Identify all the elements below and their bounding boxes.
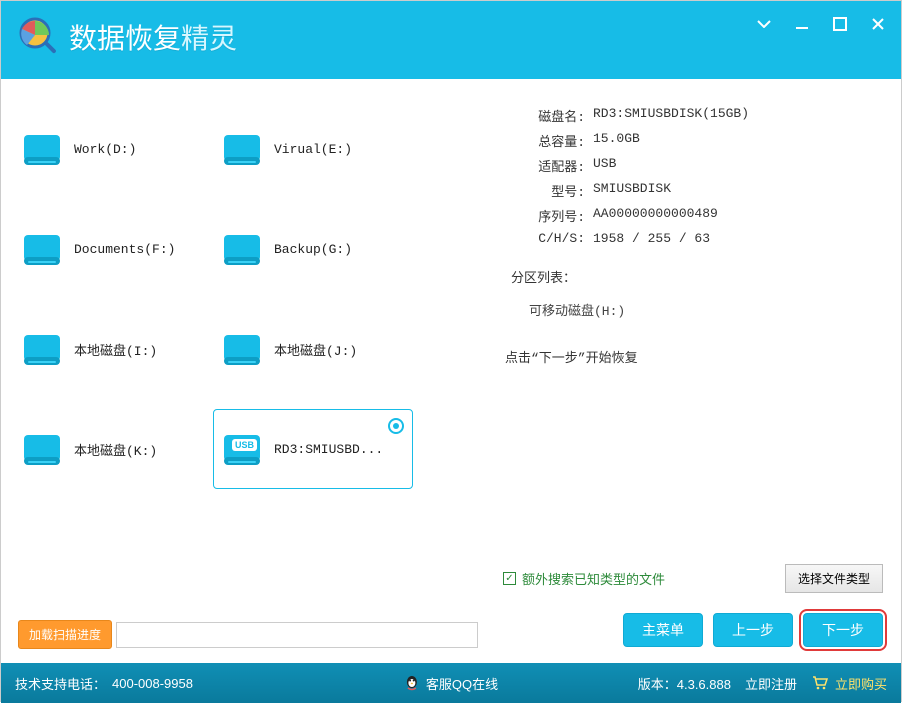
info-val-serial: AA00000000000489 bbox=[593, 206, 718, 225]
options-row: ✓ 额外搜索已知类型的文件 选择文件类型 bbox=[503, 564, 883, 593]
disk-info: 磁盘名:RD3:SMIUSBDISK(15GB) 总容量:15.0GB 适配器:… bbox=[503, 103, 883, 249]
info-val-adapter: USB bbox=[593, 156, 616, 175]
load-progress-row: 加载扫描进度 bbox=[13, 620, 478, 655]
drive-item[interactable]: USB RD3:SMIUSBD... bbox=[213, 409, 413, 489]
drive-item[interactable]: Virual(E:) bbox=[213, 109, 413, 189]
drive-label: 本地磁盘(J:) bbox=[274, 340, 357, 359]
version-block: 版本：4.3.6.888 bbox=[638, 674, 731, 693]
support-label: 技术支持电话： bbox=[15, 674, 106, 693]
maximize-icon[interactable] bbox=[831, 15, 849, 33]
nav-row: 主菜单 上一步 下一步 bbox=[503, 613, 883, 655]
drive-item[interactable]: 本地磁盘(K:) bbox=[13, 409, 213, 489]
usb-badge: USB bbox=[232, 439, 257, 451]
app-title: 数据恢复精灵 bbox=[69, 17, 237, 57]
app-title-main: 数据恢复 bbox=[69, 23, 181, 54]
version-label: 版本： bbox=[638, 677, 677, 692]
info-val-name: RD3:SMIUSBDISK(15GB) bbox=[593, 106, 749, 125]
status-support: 技术支持电话： 400-008-9958 bbox=[15, 674, 193, 693]
drive-item[interactable]: Backup(G:) bbox=[213, 209, 413, 289]
support-phone: 400-008-9958 bbox=[112, 676, 193, 691]
info-key-total: 总容量: bbox=[503, 131, 593, 150]
version-value: 4.3.6.888 bbox=[677, 677, 731, 692]
extra-search-label: 额外搜索已知类型的文件 bbox=[522, 569, 665, 588]
titlebar: 数据恢复精灵 bbox=[1, 1, 901, 79]
minimize-icon[interactable] bbox=[793, 15, 811, 33]
info-key-name: 磁盘名: bbox=[503, 106, 593, 125]
drive-panel: Work(D:) Virual(E:) Documents(F:) Backup(G:… bbox=[1, 79, 493, 663]
drive-grid: Work(D:) Virual(E:) Documents(F:) Backup(G:… bbox=[13, 109, 478, 620]
window-controls bbox=[755, 1, 887, 33]
info-val-model: SMIUSBDISK bbox=[593, 181, 671, 200]
info-val-total: 15.0GB bbox=[593, 131, 640, 150]
partition-list-title: 分区列表： bbox=[511, 267, 883, 286]
drive-item[interactable]: 本地磁盘(J:) bbox=[213, 309, 413, 389]
drive-icon: USB bbox=[218, 425, 266, 473]
qq-label: 客服QQ在线 bbox=[426, 674, 498, 693]
info-key-adapter: 适配器: bbox=[503, 156, 593, 175]
main-menu-button[interactable]: 主菜单 bbox=[623, 613, 703, 647]
drive-item[interactable]: Documents(F:) bbox=[13, 209, 213, 289]
register-link[interactable]: 立即注册 bbox=[745, 674, 797, 693]
drive-icon bbox=[18, 325, 66, 373]
info-panel: 磁盘名:RD3:SMIUSBDISK(15GB) 总容量:15.0GB 适配器:… bbox=[493, 79, 901, 663]
partition-item[interactable]: 可移动磁盘(H:) bbox=[529, 300, 883, 319]
close-icon[interactable] bbox=[869, 15, 887, 33]
drive-icon bbox=[218, 125, 266, 173]
qq-icon bbox=[404, 675, 420, 691]
cart-icon bbox=[811, 674, 829, 692]
drive-label: Virual(E:) bbox=[274, 142, 352, 157]
drive-icon bbox=[18, 125, 66, 173]
extra-search-checkbox[interactable]: ✓ 额外搜索已知类型的文件 bbox=[503, 569, 665, 588]
drive-label: RD3:SMIUSBD... bbox=[274, 442, 383, 457]
status-right: 版本：4.3.6.888 立即注册 立即购买 bbox=[638, 674, 887, 693]
drive-icon bbox=[18, 225, 66, 273]
select-filetype-button[interactable]: 选择文件类型 bbox=[785, 564, 883, 593]
drive-label: Backup(G:) bbox=[274, 242, 352, 257]
info-val-chs: 1958 / 255 / 63 bbox=[593, 231, 710, 246]
logo-block: 数据恢复精灵 bbox=[15, 1, 237, 59]
status-qq[interactable]: 客服QQ在线 bbox=[404, 674, 498, 693]
app-logo-icon bbox=[15, 15, 59, 59]
menu-dropdown-icon[interactable] bbox=[755, 15, 773, 33]
start-hint: 点击“下一步”开始恢复 bbox=[505, 347, 883, 366]
drive-item[interactable]: Work(D:) bbox=[13, 109, 213, 189]
drive-icon bbox=[218, 225, 266, 273]
drive-label: Documents(F:) bbox=[74, 242, 175, 257]
main-area: Work(D:) Virual(E:) Documents(F:) Backup(G:… bbox=[1, 79, 901, 663]
buy-label: 立即购买 bbox=[835, 674, 887, 693]
drive-icon bbox=[218, 325, 266, 373]
drive-item[interactable]: 本地磁盘(I:) bbox=[13, 309, 213, 389]
info-key-serial: 序列号: bbox=[503, 206, 593, 225]
drive-label: Work(D:) bbox=[74, 142, 136, 157]
info-key-model: 型号: bbox=[503, 181, 593, 200]
load-progress-input[interactable] bbox=[116, 622, 478, 648]
radio-selected-icon bbox=[388, 418, 404, 434]
checkbox-icon: ✓ bbox=[503, 572, 516, 585]
app-title-accent: 精灵 bbox=[181, 23, 237, 54]
statusbar: 技术支持电话： 400-008-9958 客服QQ在线 版本：4.3.6.888… bbox=[1, 663, 901, 703]
load-progress-button[interactable]: 加载扫描进度 bbox=[18, 620, 112, 649]
prev-button[interactable]: 上一步 bbox=[713, 613, 793, 647]
info-key-chs: C/H/S: bbox=[503, 231, 593, 246]
drive-label: 本地磁盘(I:) bbox=[74, 340, 157, 359]
drive-label: 本地磁盘(K:) bbox=[74, 440, 157, 459]
drive-icon bbox=[18, 425, 66, 473]
next-button[interactable]: 下一步 bbox=[803, 613, 883, 647]
buy-button[interactable]: 立即购买 bbox=[811, 674, 887, 693]
